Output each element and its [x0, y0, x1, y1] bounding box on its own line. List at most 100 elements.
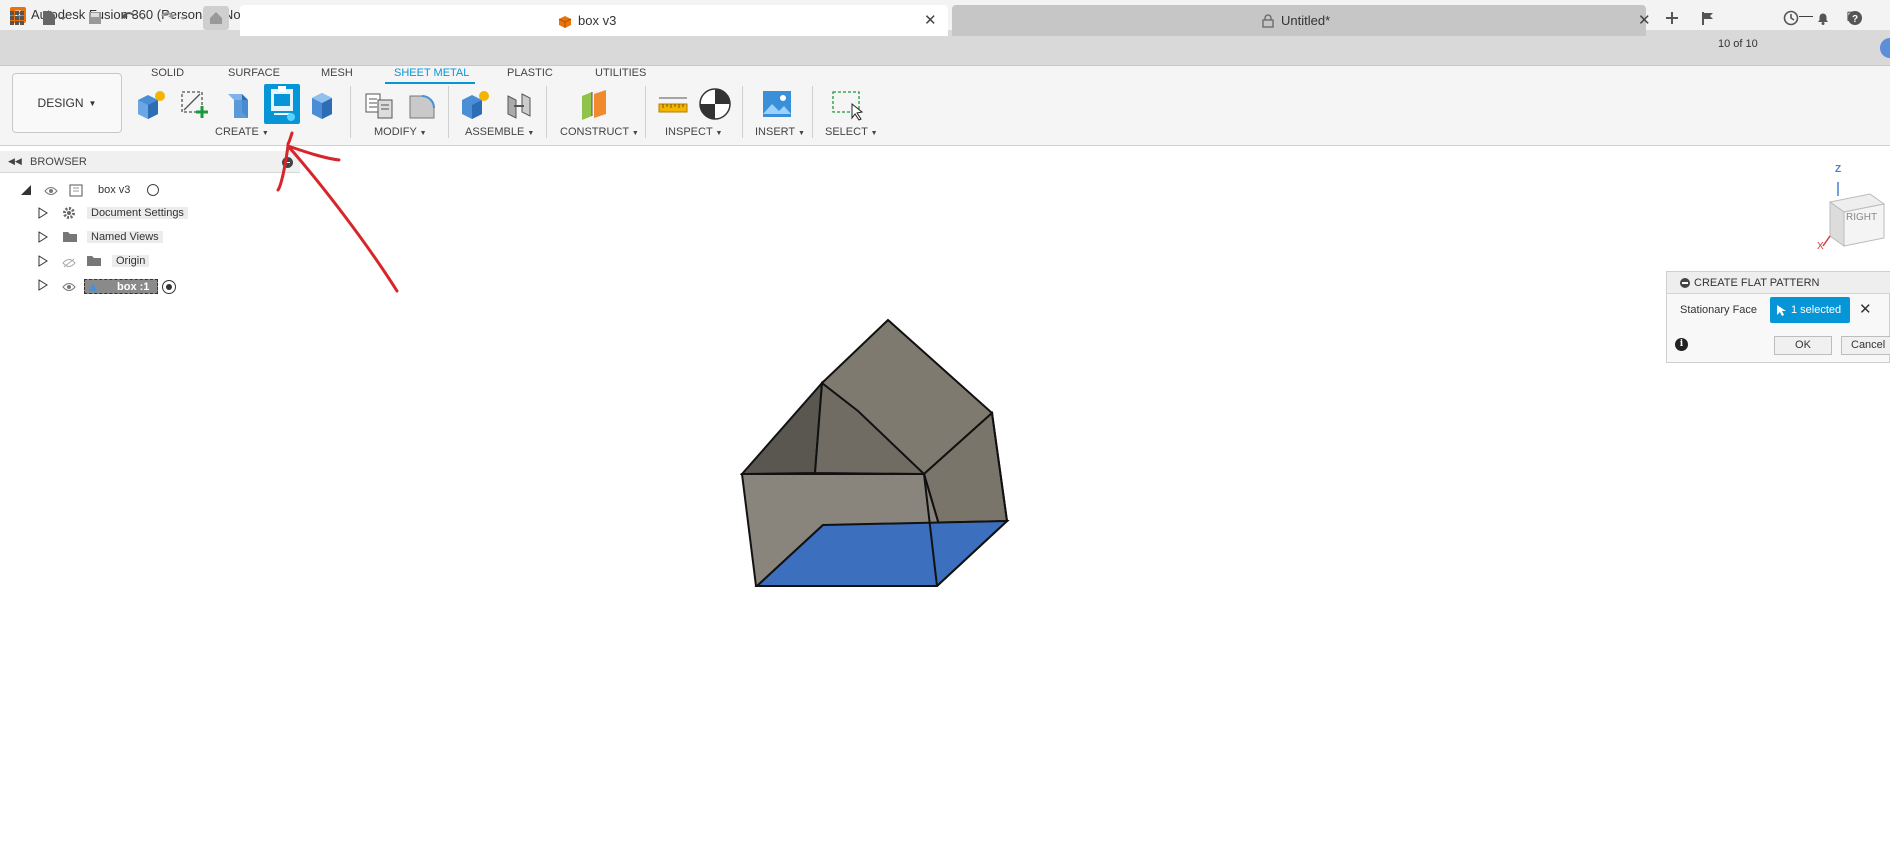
group-divider — [742, 86, 743, 138]
lock-icon — [1262, 14, 1274, 31]
construct-menu-label: CONSTRUCT — [560, 126, 629, 138]
clear-selection-icon[interactable]: ✕ — [1859, 300, 1872, 318]
home-icon[interactable] — [203, 6, 229, 30]
insert-menu[interactable]: INSERT ▼ — [755, 126, 805, 138]
flange-icon[interactable] — [222, 86, 256, 122]
press-pull-icon[interactable] — [362, 86, 396, 122]
tab-surface[interactable]: SURFACE — [228, 67, 280, 79]
insert-image-icon[interactable] — [760, 86, 794, 122]
group-divider — [812, 86, 813, 138]
help-icon[interactable]: ? — [1844, 6, 1866, 30]
data-panel-grid-icon[interactable] — [8, 6, 26, 30]
root-label[interactable]: box v3 — [98, 184, 130, 196]
tab-untitled[interactable]: Untitled* ✕ — [952, 5, 1651, 36]
create-flat-pattern-icon[interactable] — [264, 84, 300, 124]
sheet-metal-box-model[interactable] — [720, 310, 1020, 600]
chevron-down-icon: ▼ — [419, 130, 427, 137]
stationary-face-label: Stationary Face — [1680, 304, 1758, 316]
assemble-menu-label: ASSEMBLE — [465, 126, 525, 138]
create-menu-label: CREATE — [215, 126, 259, 138]
named-views-item[interactable]: Named Views — [87, 231, 163, 243]
tab-utilities[interactable]: UTILITIES — [595, 67, 646, 79]
workspace-label: DESIGN — [37, 96, 84, 110]
axis-x-label: X — [1817, 241, 1824, 252]
inspect-menu-label: INSPECT — [665, 126, 713, 138]
chevron-down-icon: ▼ — [88, 98, 97, 108]
activate-radio-icon[interactable] — [162, 280, 176, 294]
create-sketch-icon[interactable] — [178, 86, 212, 122]
chevron-down-icon: ▼ — [527, 130, 535, 137]
notifications-bell-icon[interactable] — [1812, 6, 1834, 30]
visibility-eye-icon[interactable] — [62, 281, 76, 295]
tab-label: box v3 — [578, 13, 617, 28]
measure-icon[interactable] — [656, 86, 690, 122]
origin-item[interactable]: Origin — [112, 255, 150, 267]
body-label: box :1 — [117, 281, 150, 293]
fillet-icon[interactable] — [404, 86, 438, 122]
cursor-arrow-icon — [1777, 305, 1786, 316]
expand-arrow-icon[interactable] — [38, 279, 48, 294]
stationary-face-selection-button[interactable]: 1 selected — [1770, 297, 1850, 323]
select-menu-label: SELECT — [825, 126, 868, 138]
dialog-title: CREATE FLAT PATTERN — [1694, 277, 1820, 289]
window-select-icon[interactable] — [830, 86, 864, 122]
close-tab-icon[interactable]: ✕ — [1638, 11, 1651, 29]
assemble-menu[interactable]: ASSEMBLE ▼ — [465, 126, 534, 138]
close-tab-icon[interactable]: ✕ — [924, 11, 937, 29]
offset-plane-icon[interactable] — [578, 86, 612, 122]
chevron-down-icon: ▼ — [631, 130, 639, 137]
folder-icon — [86, 255, 102, 270]
tab-sheet-metal[interactable]: SHEET METAL — [394, 67, 469, 79]
workspace-switcher-button[interactable]: DESIGN ▼ — [12, 73, 122, 133]
cancel-button[interactable]: Cancel — [1841, 336, 1890, 355]
viewcube[interactable]: Z X RIGHT — [1817, 164, 1886, 252]
job-status-icon[interactable] — [1696, 6, 1720, 30]
history-clock-icon[interactable] — [1780, 6, 1802, 30]
ok-button[interactable]: OK — [1774, 336, 1832, 355]
select-menu[interactable]: SELECT ▼ — [825, 126, 878, 138]
center-of-mass-icon[interactable] — [698, 86, 732, 122]
new-tab-plus-icon[interactable] — [1660, 6, 1684, 30]
tab-box-v3[interactable]: box v3 ✕ — [240, 5, 948, 36]
chevron-down-icon: ▼ — [870, 130, 878, 137]
axis-z-label: Z — [1835, 164, 1842, 175]
create-flat-pattern-dialog: CREATE FLAT PATTERN Stationary Face 1 se… — [1666, 271, 1890, 363]
selection-count: 1 selected — [1791, 304, 1842, 316]
save-icon[interactable] — [86, 6, 104, 30]
collapse-browser-icon[interactable]: ◀◀ — [8, 156, 22, 167]
tab-mesh[interactable]: MESH — [321, 67, 353, 79]
active-tab-indicator — [385, 82, 475, 84]
construct-menu[interactable]: CONSTRUCT ▼ — [560, 126, 639, 138]
visibility-eye-icon[interactable] — [44, 185, 58, 199]
tab-plastic[interactable]: PLASTIC — [507, 67, 553, 79]
expand-arrow-icon[interactable] — [38, 207, 48, 222]
hidden-eye-icon[interactable] — [62, 257, 76, 271]
document-component-icon — [68, 182, 84, 201]
group-divider — [645, 86, 646, 138]
group-divider — [448, 86, 449, 138]
extrude-icon[interactable] — [306, 86, 340, 122]
selected-body-row[interactable]: box :1 — [84, 279, 158, 294]
document-settings-item[interactable]: Document Settings — [87, 207, 188, 219]
body-icon — [89, 283, 97, 291]
collapse-dialog-icon[interactable] — [1680, 278, 1690, 288]
tab-solid[interactable]: SOLID — [151, 67, 184, 79]
group-divider — [546, 86, 547, 138]
new-component-icon[interactable] — [134, 86, 168, 122]
root-collapse-arrow-icon[interactable] — [20, 184, 32, 199]
joint-icon[interactable] — [502, 86, 536, 122]
chevron-down-icon: ▼ — [798, 130, 805, 137]
red-annotation-arrow — [276, 131, 399, 293]
new-component-assemble-icon[interactable] — [458, 86, 492, 122]
chevron-down-icon: ▼ — [715, 130, 723, 137]
svg-text:?: ? — [1852, 14, 1858, 25]
expand-arrow-icon[interactable] — [38, 231, 48, 246]
expand-arrow-icon[interactable] — [38, 255, 48, 270]
file-menu-icon[interactable] — [40, 6, 70, 30]
undo-icon[interactable] — [118, 6, 150, 30]
viewcube-face-label: RIGHT — [1846, 212, 1878, 223]
redo-icon[interactable] — [158, 6, 190, 30]
info-icon[interactable]: i — [1675, 338, 1688, 351]
activate-radio-icon[interactable] — [147, 184, 159, 196]
inspect-menu[interactable]: INSPECT ▼ — [665, 126, 722, 138]
